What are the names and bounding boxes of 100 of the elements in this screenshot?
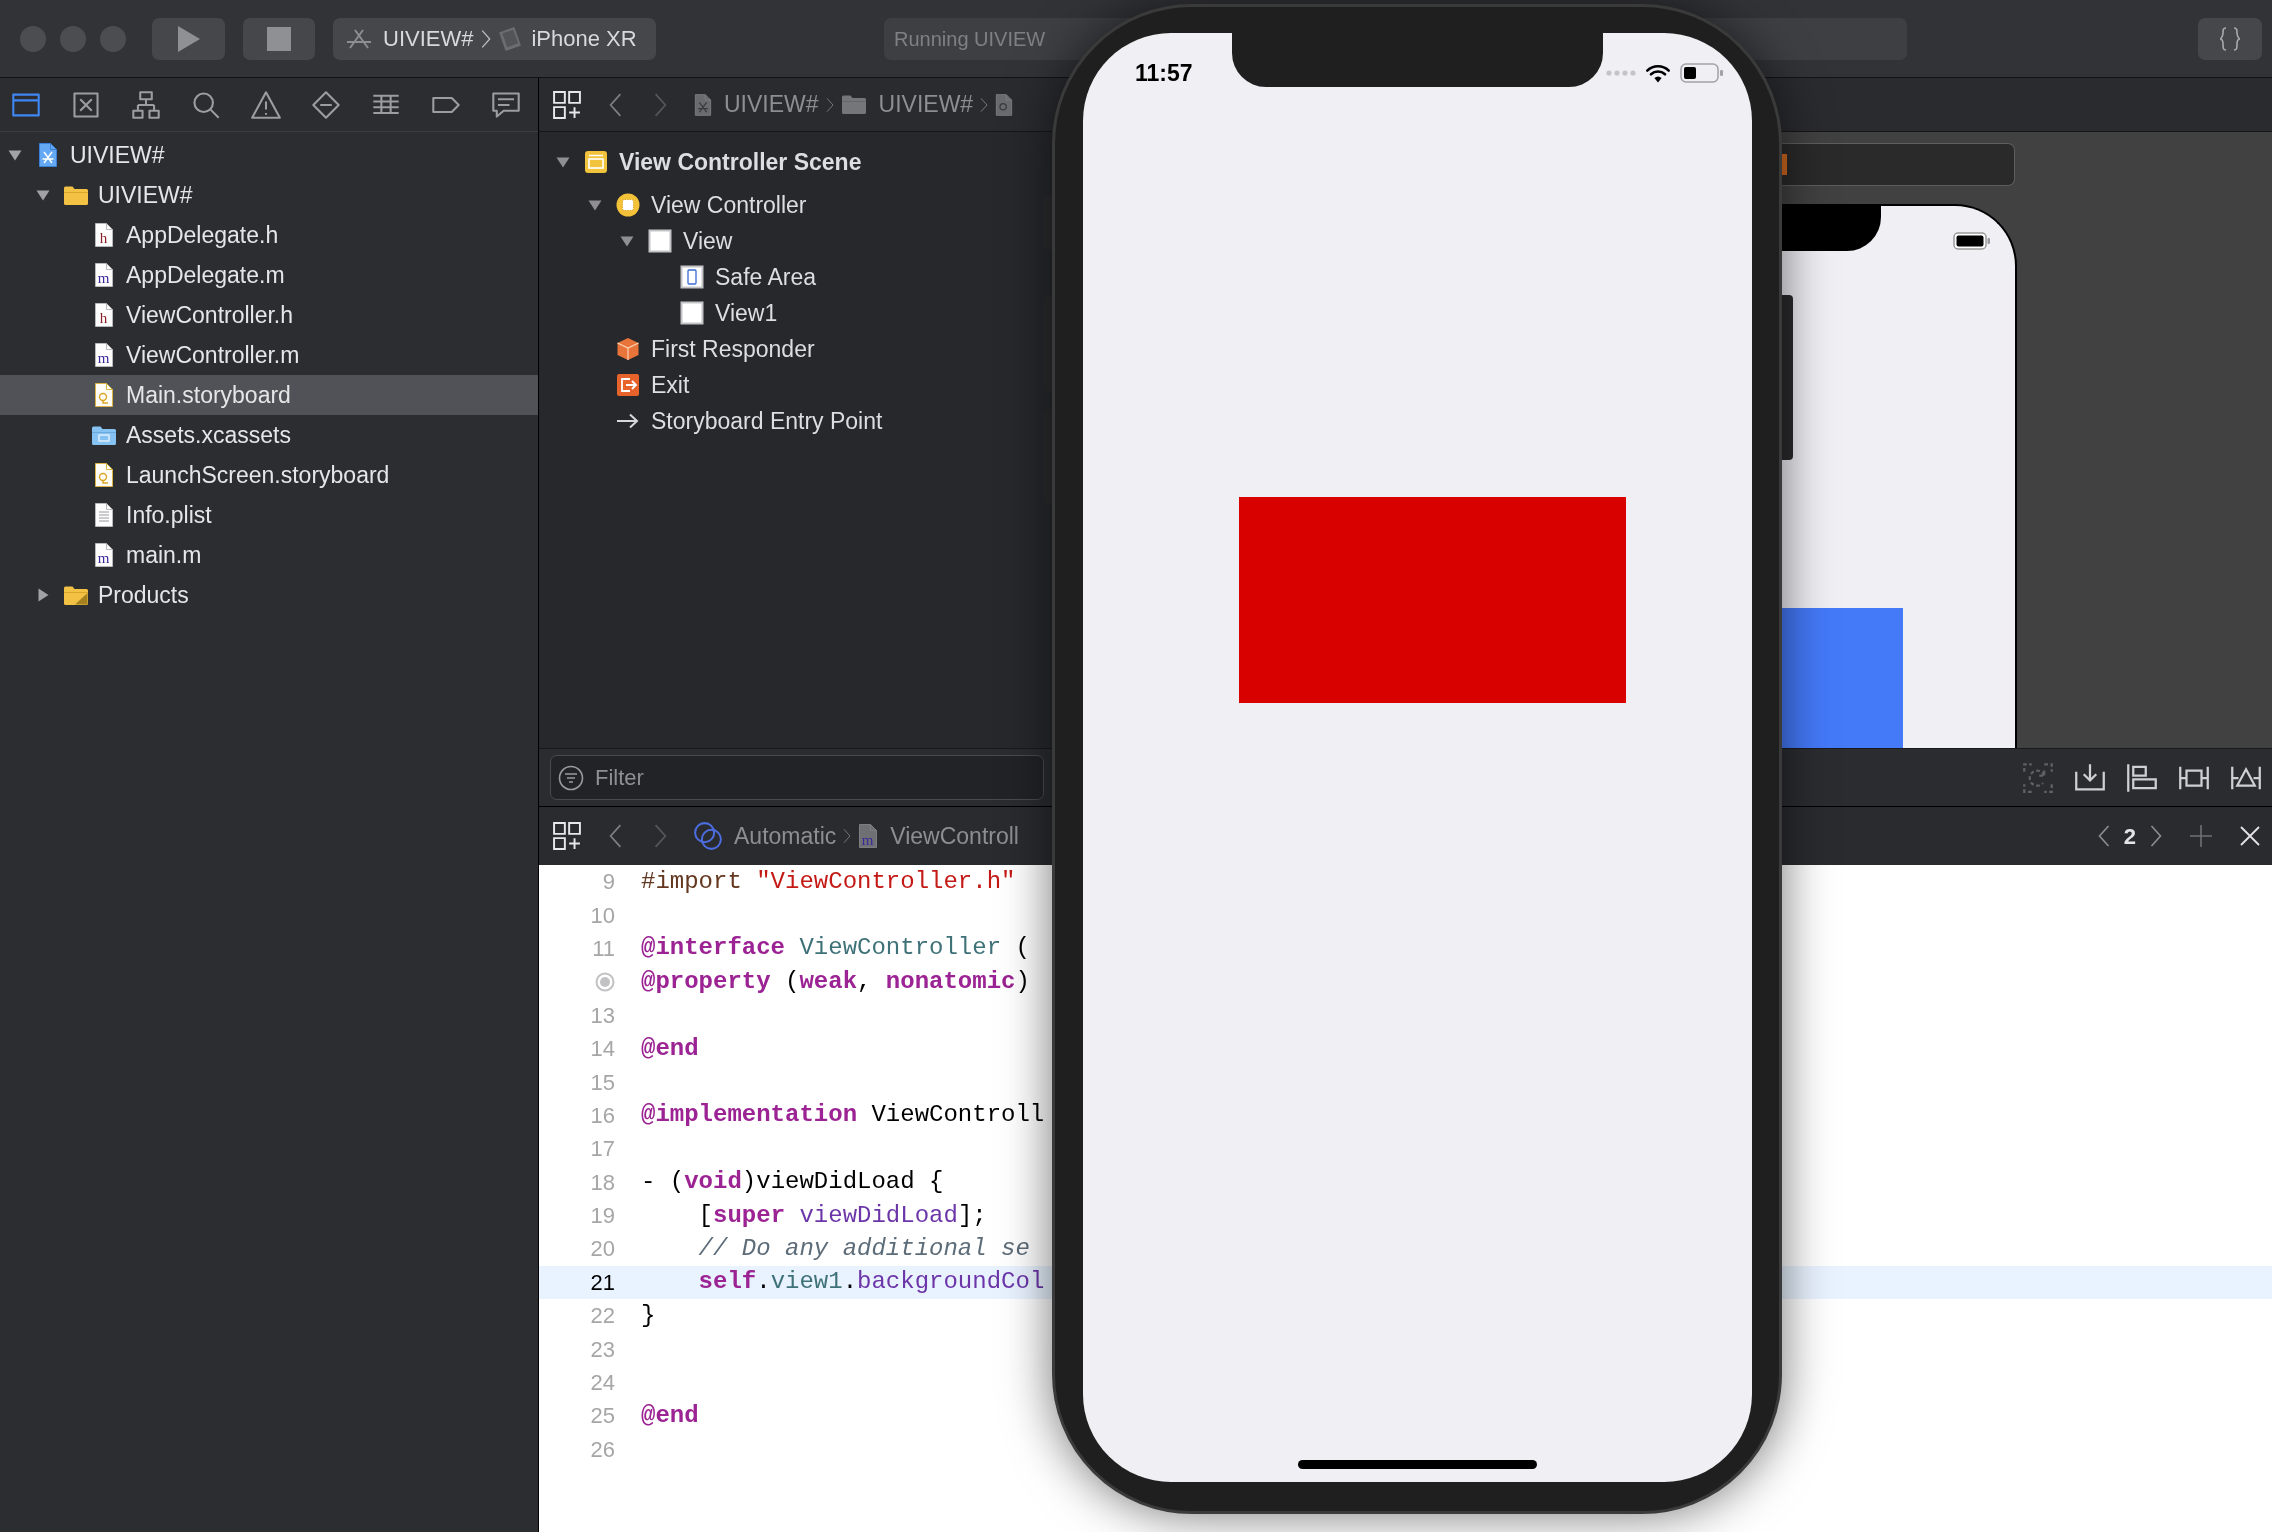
run-button[interactable]	[152, 17, 225, 60]
scene-icon	[584, 150, 608, 174]
disclosure-triangle-icon[interactable]	[36, 588, 50, 602]
overlapping-circles-icon	[694, 822, 722, 850]
dashed-refresh-icon	[2023, 762, 2053, 793]
navigator-item[interactable]: h ViewController.h	[0, 295, 538, 335]
path-item[interactable]: Automatic	[694, 818, 837, 854]
navigator-item[interactable]: Main.storyboard	[0, 375, 538, 415]
chevron-left-icon	[2097, 825, 2110, 847]
chevron-right-icon	[2150, 825, 2162, 847]
path-item[interactable]: UIVIEW#	[694, 87, 819, 122]
line-number: 20	[590, 1235, 615, 1264]
disclosure-triangle-icon[interactable]	[620, 234, 634, 248]
navigator-item[interactable]: UIVIEW#	[0, 175, 538, 215]
scheme-button[interactable]: UIVIEW#	[345, 22, 474, 55]
battery-icon	[1680, 63, 1724, 83]
play-icon	[176, 24, 201, 53]
code-line: // Do any additional se	[698, 1234, 1030, 1264]
path-item[interactable]: UIVIEW#	[840, 87, 974, 122]
outline-item[interactable]: Safe Area	[539, 259, 825, 295]
arrow-icon	[616, 413, 640, 429]
counterpart-count: 2	[2123, 822, 2136, 851]
status-time: 11:57	[1135, 58, 1193, 88]
navigator-item[interactable]: m main.m	[0, 535, 538, 575]
chevron-left-icon[interactable]	[609, 824, 622, 848]
line-number: 17	[590, 1135, 615, 1164]
plus-icon	[2190, 825, 2212, 847]
code-line: }	[641, 1300, 656, 1331]
line-number: 15	[590, 1068, 615, 1097]
safe-area-icon	[680, 265, 704, 289]
code-line: @property (weak, nonatomic)	[641, 966, 1030, 997]
stop-button[interactable]	[243, 17, 315, 60]
disclosure-triangle-icon[interactable]	[556, 155, 570, 169]
status-text: Running UIVIEW	[894, 26, 1046, 52]
line-number: 24	[590, 1369, 615, 1398]
line-number: 11	[592, 934, 615, 963]
disclosure-triangle-icon[interactable]	[8, 148, 22, 162]
previous-button[interactable]	[2097, 825, 2110, 847]
navigator-item[interactable]: LaunchScreen.storyboard	[0, 455, 538, 495]
source-file-icon: m	[858, 823, 879, 849]
line-number: 13	[590, 1001, 615, 1030]
folder-icon	[840, 94, 867, 115]
braces-icon	[2219, 26, 2241, 51]
line-number: 19	[590, 1202, 615, 1231]
folder-icon	[63, 184, 89, 206]
path-item[interactable]: m ViewControll	[858, 818, 1019, 854]
source-file-icon: h	[94, 222, 114, 248]
code-line: @end	[641, 1400, 699, 1431]
grid-icon[interactable]	[553, 90, 581, 119]
disclosure-triangle-icon[interactable]	[36, 188, 50, 202]
navigator-item[interactable]: m AppDelegate.m	[0, 255, 538, 295]
outline-item[interactable]: View Controller	[539, 187, 815, 223]
library-button[interactable]	[2198, 17, 2262, 60]
source-file-icon: m	[94, 262, 114, 288]
outline-item[interactable]: Exit	[539, 367, 698, 403]
add-editor-button[interactable]	[2190, 825, 2212, 847]
align-icon	[2127, 762, 2157, 793]
close-editor-button[interactable]	[2240, 826, 2260, 846]
line-number: 26	[590, 1435, 615, 1464]
chevron-icon	[843, 826, 852, 846]
outline-item[interactable]: View Controller Scene	[539, 137, 870, 187]
line-number: 10	[590, 901, 615, 930]
disclosure-triangle-icon[interactable]	[588, 198, 602, 212]
line-number: 14	[590, 1035, 615, 1064]
battery-icon	[1953, 232, 1991, 250]
source-file-icon: m	[94, 542, 114, 568]
path-item[interactable]	[995, 92, 1014, 117]
storyboard-file-icon	[94, 382, 114, 408]
next-button[interactable]	[2150, 825, 2162, 847]
storyboard-file-icon	[995, 92, 1014, 117]
destination-button[interactable]: iPhone XR	[499, 22, 637, 55]
outline-item[interactable]: First Responder	[539, 331, 823, 367]
navigator-item[interactable]: UIVIEW#	[0, 135, 538, 175]
source-file-icon: m	[94, 342, 114, 368]
outline-item[interactable]: View	[539, 223, 741, 259]
exit-icon	[616, 373, 640, 397]
line-number: 25	[590, 1402, 615, 1431]
filter-field[interactable]: Filter	[550, 755, 1044, 800]
code-line: self.view1.backgroundCol	[698, 1267, 1045, 1298]
source-file-icon: h	[94, 302, 114, 328]
property-list-icon	[94, 502, 114, 528]
navigator-item[interactable]: Info.plist	[0, 495, 538, 535]
folder-icon	[63, 584, 89, 606]
hierarchy-icon	[131, 89, 161, 120]
device-icon	[499, 26, 522, 51]
navigator-item[interactable]: Products	[0, 575, 538, 615]
view-icon	[680, 301, 704, 325]
grid-icon[interactable]	[553, 822, 581, 850]
project-file-icon	[694, 92, 712, 117]
navigator-item[interactable]: h AppDelegate.h	[0, 215, 538, 255]
navigator-item[interactable]: m ViewController.m	[0, 335, 538, 375]
wifi-icon	[1645, 63, 1671, 83]
line-number: 16	[590, 1101, 615, 1130]
navigator-item[interactable]: Assets.xcassets	[0, 415, 538, 455]
line-number: 18	[590, 1168, 615, 1197]
line-number: 9	[602, 868, 615, 897]
chevron-left-icon[interactable]	[609, 92, 622, 117]
close-icon	[2240, 826, 2260, 846]
outline-item[interactable]: Storyboard Entry Point	[539, 403, 891, 439]
outline-item[interactable]: View1	[539, 295, 786, 331]
